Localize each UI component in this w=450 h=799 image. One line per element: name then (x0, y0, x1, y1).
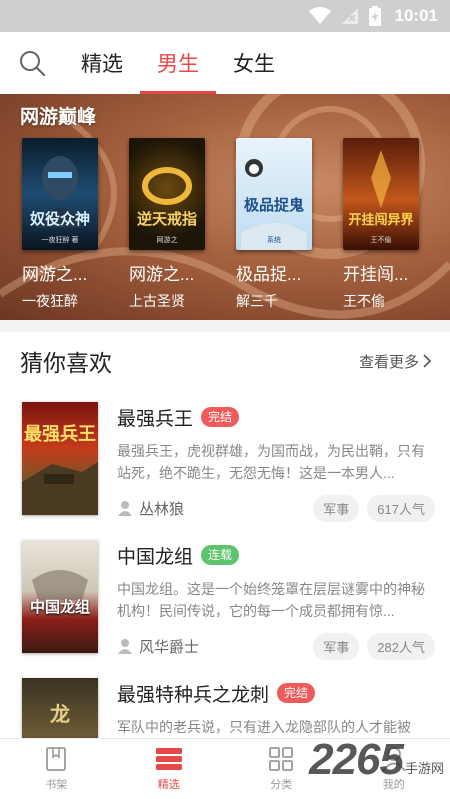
book-description: 最强兵王，虎视群雄，为国而战，为民出鞘，只有站死，绝不跪生，无怨无悔！这是一本男… (117, 443, 425, 481)
person-icon (118, 639, 132, 654)
author-name: 风华爵士 (139, 638, 200, 656)
banner-book[interactable]: 逆天戒指 网游之 网游之... 上古圣贤 (129, 138, 205, 311)
cover-subtitle: 一夜狂醉 著 (41, 237, 79, 244)
book-cover: 最强兵王 (22, 402, 98, 515)
cover-title: 奴役众神 (29, 211, 90, 228)
cover-title: 最强兵王 (24, 424, 96, 444)
list-item[interactable]: 中国龙组 中国龙组 连载 中国龙组。这是一个始终笼罩在层层谜雾中的神秘机构！民间… (0, 528, 450, 668)
banner-title: 网游巅峰 (20, 107, 97, 128)
watermark-number: 2265 (309, 735, 404, 784)
stack-icon (155, 748, 182, 770)
nav-bookshelf[interactable]: 书架 (0, 739, 113, 799)
banner-book[interactable]: 极品捉鬼 系统 极品捉... 解三千 (236, 138, 312, 311)
grid-icon (269, 747, 294, 771)
no-signal-icon (341, 7, 359, 25)
banner-book[interactable]: 开挂闯异界 王不偷 开挂闯... 王不偷 (343, 138, 419, 311)
top-bar: 精选 男生 女生 (0, 32, 450, 94)
nav-label: 书架 (45, 779, 68, 791)
banner-book-author: 王不偷 (343, 293, 385, 309)
tab-female[interactable]: 女生 (216, 32, 292, 94)
nav-label: 分类 (270, 779, 293, 791)
book-cover: 极品捉鬼 系统 (236, 138, 312, 250)
banner-book-author: 一夜狂醉 (22, 293, 78, 309)
popularity-tag: 617人气 (367, 494, 435, 522)
book-cover: 逆天戒指 网游之 (129, 138, 205, 250)
book-icon (46, 747, 67, 771)
banner-book-title: 网游之... (22, 265, 88, 284)
tab-featured[interactable]: 精选 (64, 32, 140, 94)
battery-charging-icon (368, 6, 381, 26)
section-title: 猜你喜欢 (20, 350, 112, 376)
search-icon (20, 51, 46, 77)
status-bar: 10:01 (0, 0, 450, 32)
nav-featured[interactable]: 精选 (113, 739, 226, 799)
cover-subtitle: 王不偷 (370, 237, 392, 244)
book-author: 风华爵士 (117, 636, 305, 657)
see-more-label: 查看更多 (358, 353, 419, 371)
popularity-tag: 282人气 (367, 632, 435, 660)
book-title: 中国龙组 (117, 546, 194, 568)
banner-book-title: 开挂闯... (343, 265, 409, 284)
channel-tabs: 精选 男生 女生 (64, 32, 292, 94)
see-more-link[interactable]: 查看更多 (359, 351, 432, 372)
status-badge: 连载 (201, 545, 240, 565)
banner-book-title: 极品捉... (236, 265, 302, 284)
cover-subtitle: 网游之 (156, 237, 178, 244)
book-description: 中国龙组。这是一个始终笼罩在层层谜雾中的神秘机构！民间传说，它的每一个成员都拥有… (117, 581, 425, 619)
cover-subtitle: 系统 (267, 237, 281, 244)
book-info: 中国龙组 连载 中国龙组。这是一个始终笼罩在层层谜雾中的神秘机构！民间传说，它的… (117, 542, 435, 660)
book-title: 最强特种兵之龙刺 (117, 684, 270, 706)
book-cover: 奴役众神 一夜狂醉 著 (22, 138, 98, 250)
book-cover: 开挂闯异界 王不偷 (343, 138, 419, 250)
chevron-right-icon (423, 354, 432, 368)
list-item[interactable]: 最强兵王 最强兵王 完结 最强兵王，虎视群雄，为国而战，为民出鞘，只有站死，绝不… (0, 390, 450, 530)
status-time: 10:01 (394, 6, 438, 25)
category-tag: 军事 (313, 632, 360, 660)
book-title: 最强兵王 (117, 408, 194, 430)
banner-book-title: 网游之... (129, 265, 195, 284)
nav-label: 精选 (157, 779, 180, 791)
banner-book-list: 奴役众神 一夜狂醉 著 网游之... 一夜狂醉 逆天戒指 网游之 网游之... … (22, 138, 419, 311)
tab-male[interactable]: 男生 (140, 32, 216, 94)
wifi-icon (308, 7, 331, 25)
cover-title: 龙 (50, 704, 70, 726)
category-tag: 军事 (313, 494, 360, 522)
cover-title: 中国龙组 (29, 599, 90, 616)
person-icon (118, 501, 132, 516)
search-button[interactable] (0, 32, 64, 94)
cover-title: 极品捉鬼 (243, 197, 304, 214)
status-badge: 完结 (277, 683, 316, 703)
book-info: 最强兵王 完结 最强兵王，虎视群雄，为国而战，为民出鞘，只有站死，绝不跪生，无怨… (117, 404, 435, 522)
book-author: 丛林狼 (117, 498, 305, 519)
site-watermark: 2265 手游网 (309, 735, 444, 785)
cover-title: 开挂闯异界 (348, 212, 414, 227)
banner-book-author: 上古圣贤 (129, 293, 185, 309)
watermark-text: 手游网 (404, 761, 444, 776)
author-name: 丛林狼 (139, 500, 185, 518)
section-header: 猜你喜欢 查看更多 (0, 332, 450, 390)
book-cover: 中国龙组 (22, 540, 98, 653)
cover-title: 逆天戒指 (136, 211, 197, 228)
featured-banner[interactable]: 网游巅峰 奴役众神 一夜狂醉 著 网游之... 一夜狂醉 逆天戒指 网游之 网游… (0, 94, 450, 320)
status-badge: 完结 (201, 407, 240, 427)
banner-book[interactable]: 奴役众神 一夜狂醉 著 网游之... 一夜狂醉 (22, 138, 98, 311)
banner-book-author: 解三千 (236, 293, 278, 309)
section-divider (0, 320, 450, 332)
